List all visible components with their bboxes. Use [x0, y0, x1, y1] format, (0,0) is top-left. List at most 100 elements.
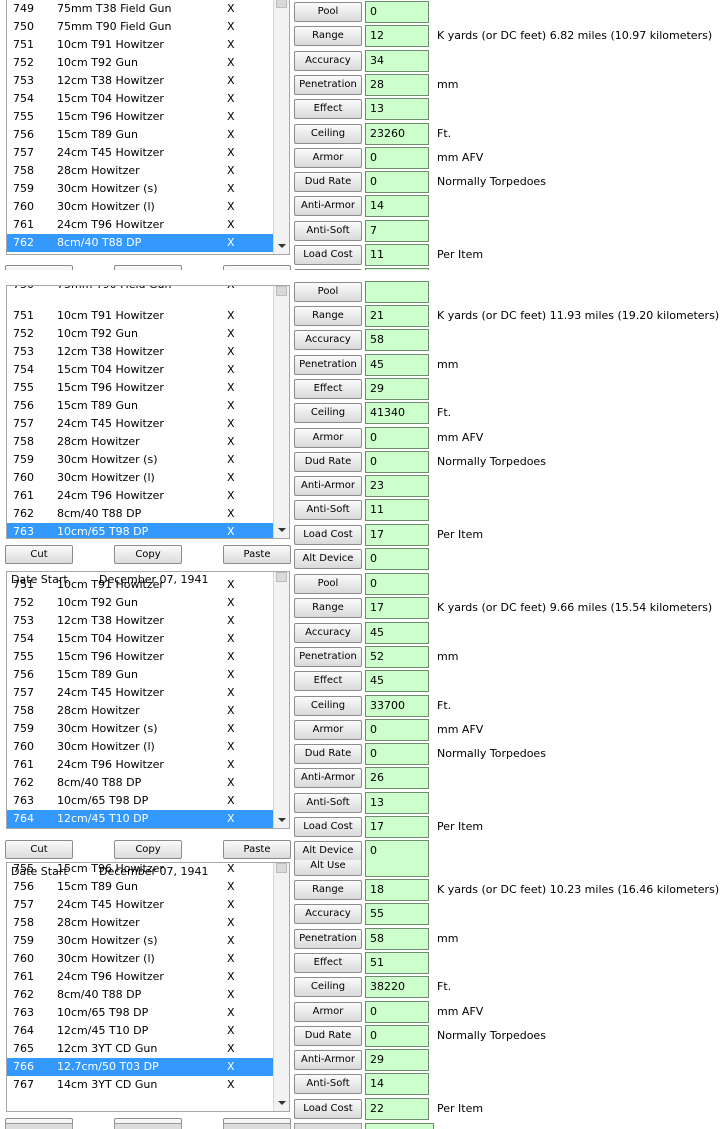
- field-pool-button[interactable]: Pool: [294, 281, 362, 302]
- anti-soft-input[interactable]: 14: [365, 1073, 429, 1096]
- field-alt-use-input[interactable]: [365, 860, 429, 877]
- list-item[interactable]: 754 15cm T04 Howitzer X: [7, 630, 273, 648]
- dud-rate-input[interactable]: 0: [365, 743, 429, 766]
- anti-soft-input[interactable]: 7: [365, 219, 429, 242]
- pool-input[interactable]: 0: [365, 573, 429, 595]
- list-item[interactable]: 753 12cm T38 Howitzer X: [7, 343, 273, 361]
- scroll-thumb[interactable]: [276, 863, 287, 873]
- device-list[interactable]: Date Start December 07, 1941 755 15cm T96 H…: [6, 862, 290, 1112]
- alt-device-input[interactable]: 0: [365, 840, 429, 860]
- anti-armor-input[interactable]: 23: [365, 475, 429, 498]
- list-item[interactable]: 761 24cm T96 Howitzer X: [7, 756, 273, 774]
- list-item[interactable]: 754 15cm T04 Howitzer X: [7, 361, 273, 379]
- paste-button[interactable]: Paste: [223, 265, 291, 270]
- accuracy-input[interactable]: 34: [365, 49, 429, 72]
- anti-soft-button[interactable]: Anti-Soft: [294, 220, 362, 241]
- ceiling-input[interactable]: 33700: [365, 694, 429, 717]
- armor-button[interactable]: Armor: [294, 719, 362, 740]
- penetration-button[interactable]: Penetration: [294, 74, 362, 95]
- pool-input[interactable]: 0: [365, 1, 429, 23]
- list-item[interactable]: 756 15cm T89 Gun X: [7, 397, 273, 415]
- list-item[interactable]: 758 28cm Howitzer X: [7, 914, 273, 932]
- list-item[interactable]: 759 30cm Howitzer (s) X: [7, 932, 273, 950]
- load-cost-input[interactable]: 17: [365, 523, 429, 546]
- list-item[interactable]: 750 75mm T90 Field Gun X: [7, 18, 273, 36]
- effect-input[interactable]: 51: [365, 951, 429, 974]
- effect-input[interactable]: 29: [365, 377, 429, 400]
- cutoff-button[interactable]: [223, 1123, 291, 1129]
- list-item[interactable]: 755 15cm T96 Howitzer X: [7, 108, 273, 126]
- anti-armor-button[interactable]: Anti-Armor: [294, 1050, 362, 1071]
- accuracy-button[interactable]: Accuracy: [294, 330, 362, 351]
- list-item[interactable]: 756 15cm T89 Gun X: [7, 666, 273, 684]
- list-item[interactable]: 763 10cm/65 T98 DP X: [7, 792, 273, 810]
- dud-rate-input[interactable]: 0: [365, 450, 429, 473]
- dud-rate-input[interactable]: 0: [365, 1024, 429, 1047]
- penetration-input[interactable]: 58: [365, 927, 429, 950]
- list-item-selected[interactable]: 766 12.7cm/50 T03 DP X: [7, 1058, 273, 1076]
- effect-button[interactable]: Effect: [294, 378, 362, 399]
- list-item[interactable]: 760 30cm Howitzer (l) X: [7, 469, 273, 487]
- list-item[interactable]: 749 75mm T38 Field Gun X: [7, 0, 273, 18]
- penetration-input[interactable]: 45: [365, 353, 429, 376]
- penetration-input[interactable]: 28: [365, 73, 429, 96]
- accuracy-input[interactable]: 58: [365, 329, 429, 352]
- list-item[interactable]: 762 8cm/40 T88 DP X: [7, 774, 273, 792]
- device-list[interactable]: Date Start December 07, 1941 751 10cm T91 H…: [6, 571, 290, 829]
- list-item[interactable]: 756 15cm T89 Gun X: [7, 878, 273, 896]
- penetration-button[interactable]: Penetration: [294, 928, 362, 949]
- scroll-thumb[interactable]: [276, 0, 287, 8]
- ceiling-button[interactable]: Ceiling: [294, 123, 362, 144]
- effect-button[interactable]: Effect: [294, 952, 362, 973]
- armor-input[interactable]: 0: [365, 426, 429, 449]
- list-item[interactable]: 767 14cm 3YT CD Gun X: [7, 1076, 273, 1094]
- list-item[interactable]: 760 30cm Howitzer (l) X: [7, 738, 273, 756]
- list-item[interactable]: 757 24cm T45 Howitzer X: [7, 144, 273, 162]
- ceiling-input[interactable]: 38220: [365, 976, 429, 999]
- anti-armor-button[interactable]: Anti-Armor: [294, 768, 362, 789]
- cutoff-button[interactable]: [294, 1123, 362, 1129]
- armor-input[interactable]: 0: [365, 718, 429, 741]
- armor-button[interactable]: Armor: [294, 1001, 362, 1022]
- effect-button[interactable]: Effect: [294, 99, 362, 120]
- load-cost-input[interactable]: 22: [365, 1097, 429, 1120]
- list-item[interactable]: 759 30cm Howitzer (s) X: [7, 451, 273, 469]
- paste-button[interactable]: Paste: [223, 545, 291, 564]
- load-cost-input[interactable]: 11: [365, 244, 429, 266]
- cutoff-field[interactable]: [365, 1123, 434, 1129]
- list-item[interactable]: 759 30cm Howitzer (s) X: [7, 720, 273, 738]
- load-cost-input[interactable]: 17: [365, 816, 429, 838]
- ceiling-button[interactable]: Ceiling: [294, 403, 362, 424]
- alt-device-input[interactable]: 0: [365, 548, 429, 570]
- list-item[interactable]: 753 12cm T38 Howitzer X: [7, 612, 273, 630]
- ceiling-button[interactable]: Ceiling: [294, 695, 362, 716]
- cut-button[interactable]: Cut: [5, 545, 73, 564]
- list-item[interactable]: 757 24cm T45 Howitzer X: [7, 415, 273, 433]
- list-item[interactable]: 759 30cm Howitzer (s) X: [7, 180, 273, 198]
- effect-input[interactable]: 45: [365, 670, 429, 693]
- scroll-down-arrow-icon[interactable]: [278, 528, 286, 532]
- device-list[interactable]: 750 75mm T90 Field Gun X 751 10cm T91 Howitz…: [6, 285, 290, 539]
- scroll-thumb[interactable]: [276, 286, 287, 296]
- scroll-thumb[interactable]: [276, 572, 287, 582]
- ceiling-button[interactable]: Ceiling: [294, 977, 362, 998]
- alt-device-input[interactable]: 0: [365, 268, 429, 270]
- list-item[interactable]: 762 8cm/40 T88 DP X: [7, 986, 273, 1004]
- list-item[interactable]: 756 15cm T89 Gun X: [7, 126, 273, 144]
- range-button[interactable]: Range: [294, 26, 362, 47]
- list-item[interactable]: 755 15cm T96 Howitzer X: [7, 648, 273, 666]
- cutoff-button[interactable]: [114, 1123, 182, 1129]
- list-item[interactable]: 751 10cm T91 Howitzer X: [7, 307, 273, 325]
- dud-rate-button[interactable]: Dud Rate: [294, 744, 362, 765]
- penetration-button[interactable]: Penetration: [294, 354, 362, 375]
- anti-soft-button[interactable]: Anti-Soft: [294, 792, 362, 813]
- accuracy-button[interactable]: Accuracy: [294, 622, 362, 643]
- list-item[interactable]: 764 12cm/45 T10 DP X: [7, 1022, 273, 1040]
- list-item[interactable]: 763 10cm/65 T98 DP X: [7, 1004, 273, 1022]
- range-input[interactable]: 18: [365, 879, 429, 901]
- load-cost-button[interactable]: Load Cost: [294, 1098, 362, 1119]
- accuracy-button[interactable]: Accuracy: [294, 904, 362, 925]
- cut-button[interactable]: Cut: [5, 265, 73, 270]
- load-cost-button[interactable]: Load Cost: [294, 245, 362, 265]
- list-scrollbar[interactable]: [273, 0, 289, 254]
